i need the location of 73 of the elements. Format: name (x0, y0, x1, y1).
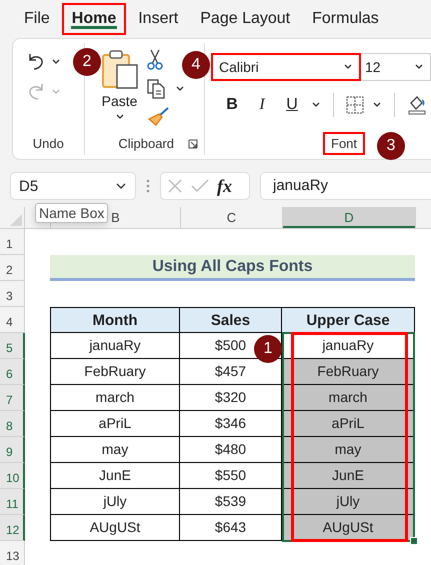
table-cell: may (282, 437, 415, 463)
sheet-title: Using All Caps Fonts (50, 255, 415, 281)
table-cell: march (282, 385, 415, 411)
caret-icon[interactable] (51, 58, 62, 66)
table-cell: AUgUSt (50, 515, 180, 541)
clipboard-icon (100, 49, 139, 89)
group-label: Font (323, 132, 366, 155)
table-cell: JunE (282, 463, 415, 489)
paste-button[interactable]: Paste (98, 47, 141, 135)
group-label: Clipboard (118, 136, 174, 151)
table-header-cell: Month (50, 307, 180, 333)
row-header[interactable]: 3 (0, 281, 25, 307)
table-cell: $346 (180, 411, 282, 437)
font-style-button[interactable]: B (221, 93, 243, 117)
font-name-field[interactable]: Calibri (211, 53, 361, 81)
table-cell: $539 (180, 489, 282, 515)
ribbon-tab[interactable]: Page Layout (190, 3, 300, 35)
check-icon[interactable] (191, 179, 209, 193)
row-header[interactable]: 7 (0, 385, 25, 411)
row-header[interactable]: 10 (0, 463, 25, 489)
table-cell: aPriL (50, 411, 180, 437)
group-label: Undo (32, 136, 64, 151)
row-header[interactable]: 9 (0, 437, 25, 463)
drag-handle-icon[interactable] (146, 178, 150, 194)
tooltip: Name Box (35, 203, 108, 223)
ribbon-tab[interactable]: Formulas (302, 3, 389, 35)
table-cell: $320 (180, 385, 282, 411)
row-header[interactable]: 11 (0, 489, 25, 515)
table-cell: januaRy (50, 333, 180, 359)
table-header-cell: Upper Case (282, 307, 415, 333)
caret-icon (343, 63, 353, 71)
caret-icon[interactable] (372, 101, 382, 109)
row-header[interactable]: 2 (0, 255, 25, 281)
table-cell: FebRuary (50, 359, 180, 385)
table-header-cell: Sales (180, 307, 282, 333)
copy-icon[interactable] (146, 79, 165, 99)
dialog-launcher-icon[interactable] (188, 138, 198, 148)
borders-icon[interactable] (346, 96, 364, 114)
font-style-button[interactable]: I (251, 93, 273, 117)
fill-bucket-icon[interactable] (407, 95, 427, 115)
row-header[interactable]: 12 (0, 515, 25, 541)
row-header[interactable]: 1 (0, 229, 25, 255)
table-cell: jUly (50, 489, 180, 515)
table-cell: jUly (282, 489, 415, 515)
table-cell: aPriL (282, 411, 415, 437)
row-header[interactable]: 8 (0, 411, 25, 437)
name-box[interactable]: D5 (10, 172, 136, 200)
formula-field[interactable]: januaRy (260, 172, 431, 200)
row-header[interactable]: 6 (0, 359, 25, 385)
font-size-field[interactable]: 12 (361, 53, 431, 81)
ribbon-tab[interactable]: Home (62, 3, 126, 35)
column-header[interactable]: D (283, 207, 416, 228)
scissors-icon[interactable] (146, 49, 163, 71)
brush-icon[interactable] (146, 107, 169, 127)
table-cell: $550 (180, 463, 282, 489)
caret-icon[interactable] (174, 85, 185, 93)
table-cell: JunE (50, 463, 180, 489)
caret-icon[interactable] (311, 101, 321, 109)
table-cell: march (50, 385, 180, 411)
table-cell: may (50, 437, 180, 463)
caret-icon (114, 113, 125, 121)
caret-icon (51, 88, 62, 96)
table-cell: $643 (180, 515, 282, 541)
caret-icon (414, 63, 424, 71)
ribbon-tab[interactable]: File (14, 3, 60, 35)
font-style-button[interactable]: U (281, 93, 303, 117)
row-header[interactable]: 4 (0, 307, 25, 333)
row-header[interactable]: 5 (0, 333, 25, 359)
table-cell: $480 (180, 437, 282, 463)
insert-function-button[interactable]: fx (217, 176, 232, 196)
ribbon-tab[interactable]: Insert (128, 3, 188, 35)
row-header[interactable]: 13 (0, 541, 25, 565)
table-cell: FebRuary (282, 359, 415, 385)
